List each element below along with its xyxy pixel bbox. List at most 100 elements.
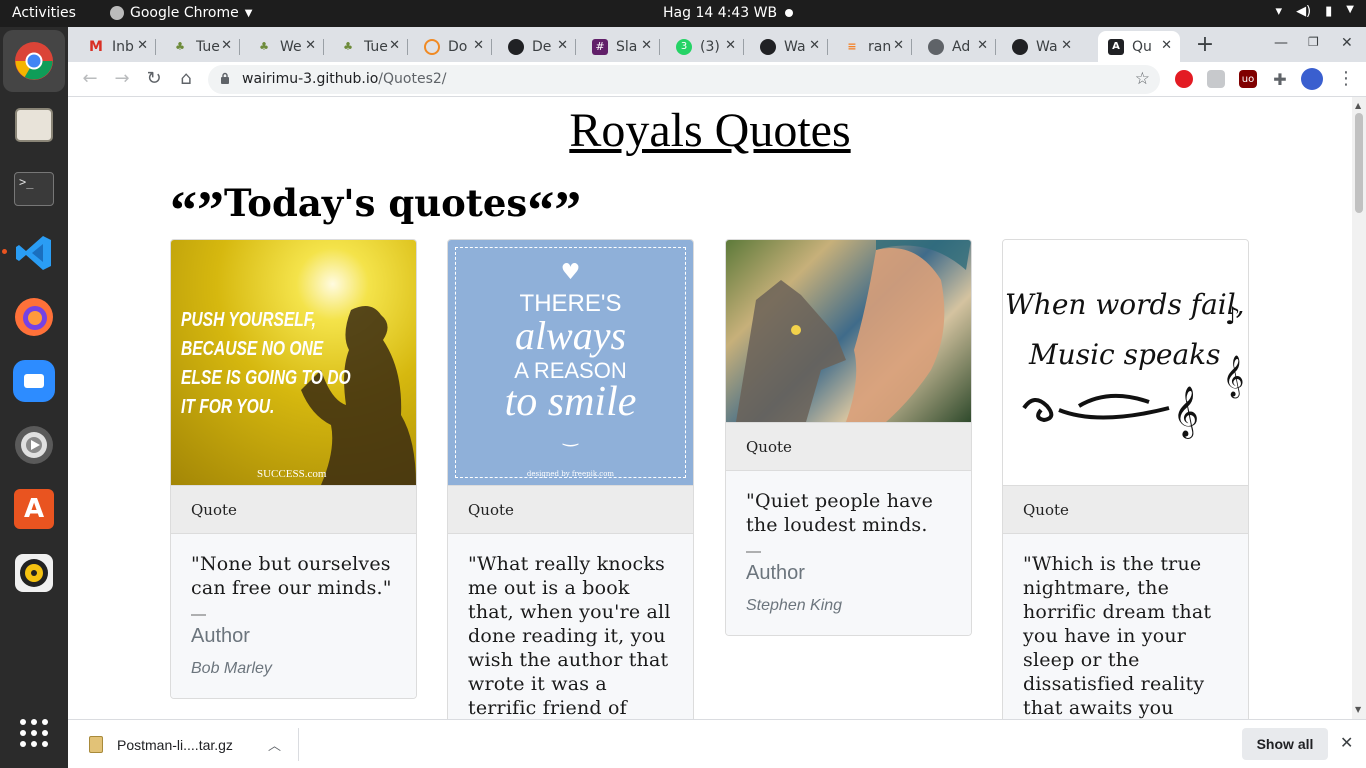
quote-image-smile: ♥ THERE'S always A REASON to smile ‿ des… xyxy=(448,240,693,485)
notification-dot xyxy=(785,9,793,17)
dock-settings[interactable] xyxy=(10,421,58,469)
app-menu[interactable]: Google Chrome ▼ xyxy=(110,5,252,21)
tab[interactable]: M Inb ✕ xyxy=(78,31,156,62)
chevron-up-icon[interactable]: ︿ xyxy=(268,735,281,754)
tab[interactable]: Wa ✕ xyxy=(1002,31,1080,62)
tab[interactable]: ♣ Tue ✕ xyxy=(162,31,240,62)
close-icon[interactable]: ✕ xyxy=(389,38,400,53)
address-bar[interactable]: wairimu-3.github.io/Quotes2/ ☆ xyxy=(208,65,1160,94)
close-icon[interactable]: ✕ xyxy=(1061,38,1072,53)
close-icon[interactable]: ✕ xyxy=(893,38,904,53)
smile-curve-icon: ‿ xyxy=(563,426,578,447)
chrome-icon xyxy=(15,42,53,80)
scroll-up-icon[interactable]: ▲ xyxy=(1355,101,1361,110)
site-title: Royals Quotes xyxy=(569,104,851,157)
page-viewport: Royals Quotes “”Today's quotes“” PUSH YO… xyxy=(68,97,1352,719)
tab[interactable]: 3 (3) ✕ xyxy=(666,31,744,62)
dock-vscode[interactable] xyxy=(10,229,58,277)
bookmark-star-icon[interactable]: ☆ xyxy=(1135,69,1150,89)
image-line-2: always xyxy=(514,313,627,358)
image-line-4: to smile xyxy=(504,379,637,425)
profile-avatar[interactable] xyxy=(1301,68,1323,90)
tab-active[interactable]: A Qu ✕ xyxy=(1098,31,1180,62)
slack-icon: # xyxy=(592,38,608,55)
show-applications-button[interactable] xyxy=(10,709,58,757)
tab-title: Qu xyxy=(1132,38,1152,55)
close-icon[interactable]: ✕ xyxy=(1161,38,1172,53)
close-icon[interactable]: ✕ xyxy=(977,38,988,53)
section-title: “”Today's quotes“” xyxy=(170,167,581,240)
close-icon[interactable]: ✕ xyxy=(641,38,652,53)
back-button[interactable]: ← xyxy=(78,67,102,91)
card-header: Quote xyxy=(448,485,693,534)
close-icon[interactable]: ✕ xyxy=(557,38,568,53)
tab[interactable]: Wa ✕ xyxy=(750,31,828,62)
dock-terminal[interactable]: >_ xyxy=(10,165,58,213)
scrollbar-thumb[interactable] xyxy=(1355,113,1363,213)
forward-button[interactable]: → xyxy=(110,67,134,91)
download-file-name[interactable]: Postman-li....tar.gz xyxy=(117,737,233,753)
extension-red-icon[interactable] xyxy=(1175,70,1193,88)
dock-rhythmbox[interactable] xyxy=(10,549,58,597)
github-icon xyxy=(508,38,524,55)
tab[interactable]: De ✕ xyxy=(498,31,576,62)
software-store-icon: A xyxy=(14,489,54,529)
tab-title: Do xyxy=(448,38,468,55)
card-header: Quote xyxy=(1003,485,1248,534)
card-header: Quote xyxy=(726,422,971,471)
close-icon[interactable]: ✕ xyxy=(1340,733,1353,753)
tree-icon: ♣ xyxy=(175,40,185,53)
new-tab-button[interactable]: + xyxy=(1192,33,1218,59)
dock-zoom[interactable] xyxy=(10,357,58,405)
close-icon[interactable]: ✕ xyxy=(137,38,148,53)
page-scrollbar[interactable]: ▲ ▼ xyxy=(1352,97,1366,719)
tab-title: We xyxy=(280,38,302,55)
close-icon[interactable]: ✕ xyxy=(221,38,232,53)
gmail-icon: M xyxy=(89,38,103,55)
window-close-button[interactable]: ✕ xyxy=(1341,35,1353,51)
extension-grey-icon[interactable] xyxy=(1207,70,1225,88)
tab[interactable]: ♣ We ✕ xyxy=(246,31,324,62)
dock-software[interactable]: A xyxy=(10,485,58,533)
home-button[interactable]: ⌂ xyxy=(174,67,198,91)
system-top-bar: Activities Google Chrome ▼ Hag 14 4:43 W… xyxy=(0,0,1366,27)
author-label: Author xyxy=(746,562,805,584)
restore-button[interactable]: ❐ xyxy=(1308,35,1319,49)
quote-image-wolf-woman xyxy=(726,240,971,422)
tab[interactable]: ♣ Tue ✕ xyxy=(330,31,408,62)
extensions-puzzle-icon[interactable]: ✚ xyxy=(1271,70,1289,89)
close-icon[interactable]: ✕ xyxy=(725,38,736,53)
ublock-icon[interactable]: uo xyxy=(1239,70,1257,88)
clock[interactable]: Hag 14 4:43 WB xyxy=(663,5,777,21)
dock-firefox[interactable] xyxy=(10,293,58,341)
tab[interactable]: Do ✕ xyxy=(414,31,492,62)
close-icon[interactable]: ✕ xyxy=(305,38,316,53)
dock-chrome[interactable] xyxy=(10,37,58,85)
vscode-icon xyxy=(16,236,51,270)
close-icon[interactable]: ✕ xyxy=(809,38,820,53)
minimize-button[interactable]: — xyxy=(1274,35,1288,51)
scroll-down-icon[interactable]: ▼ xyxy=(1355,705,1361,714)
close-icon[interactable]: ✕ xyxy=(473,38,484,53)
tab-title: Ad xyxy=(952,38,971,55)
image-credit: designed by freepik.com xyxy=(526,470,615,478)
activities-button[interactable]: Activities xyxy=(12,5,76,21)
github-icon xyxy=(760,38,776,55)
tab[interactable]: Ad ✕ xyxy=(918,31,996,62)
github-icon xyxy=(1012,38,1028,55)
tab-title: De xyxy=(532,38,552,55)
show-all-button[interactable]: Show all xyxy=(1242,728,1328,760)
tab[interactable]: ≡ ran ✕ xyxy=(834,31,912,62)
quote-marks-icon: “” xyxy=(527,180,581,240)
quote-card: PUSH YOURSELF, BECAUSE NO ONE ELSE IS GO… xyxy=(170,239,417,699)
tab-strip: M Inb ✕ ♣ Tue ✕ ♣ We ✕ ♣ Tue ✕ Do ✕ De ✕… xyxy=(68,27,1366,62)
system-status-area[interactable]: ▾ ◀) ▮ ▼ xyxy=(1276,4,1354,19)
quote-image-runner: PUSH YOURSELF, BECAUSE NO ONE ELSE IS GO… xyxy=(171,240,416,485)
menu-kebab-icon[interactable]: ⋮ xyxy=(1334,67,1358,91)
url-path: /Quotes2/ xyxy=(378,71,447,87)
reload-button[interactable]: ↻ xyxy=(142,67,166,91)
terminal-icon: >_ xyxy=(14,172,54,206)
tab-title: Tue xyxy=(364,38,388,55)
tab[interactable]: # Sla ✕ xyxy=(582,31,660,62)
dock-files[interactable] xyxy=(10,101,58,149)
